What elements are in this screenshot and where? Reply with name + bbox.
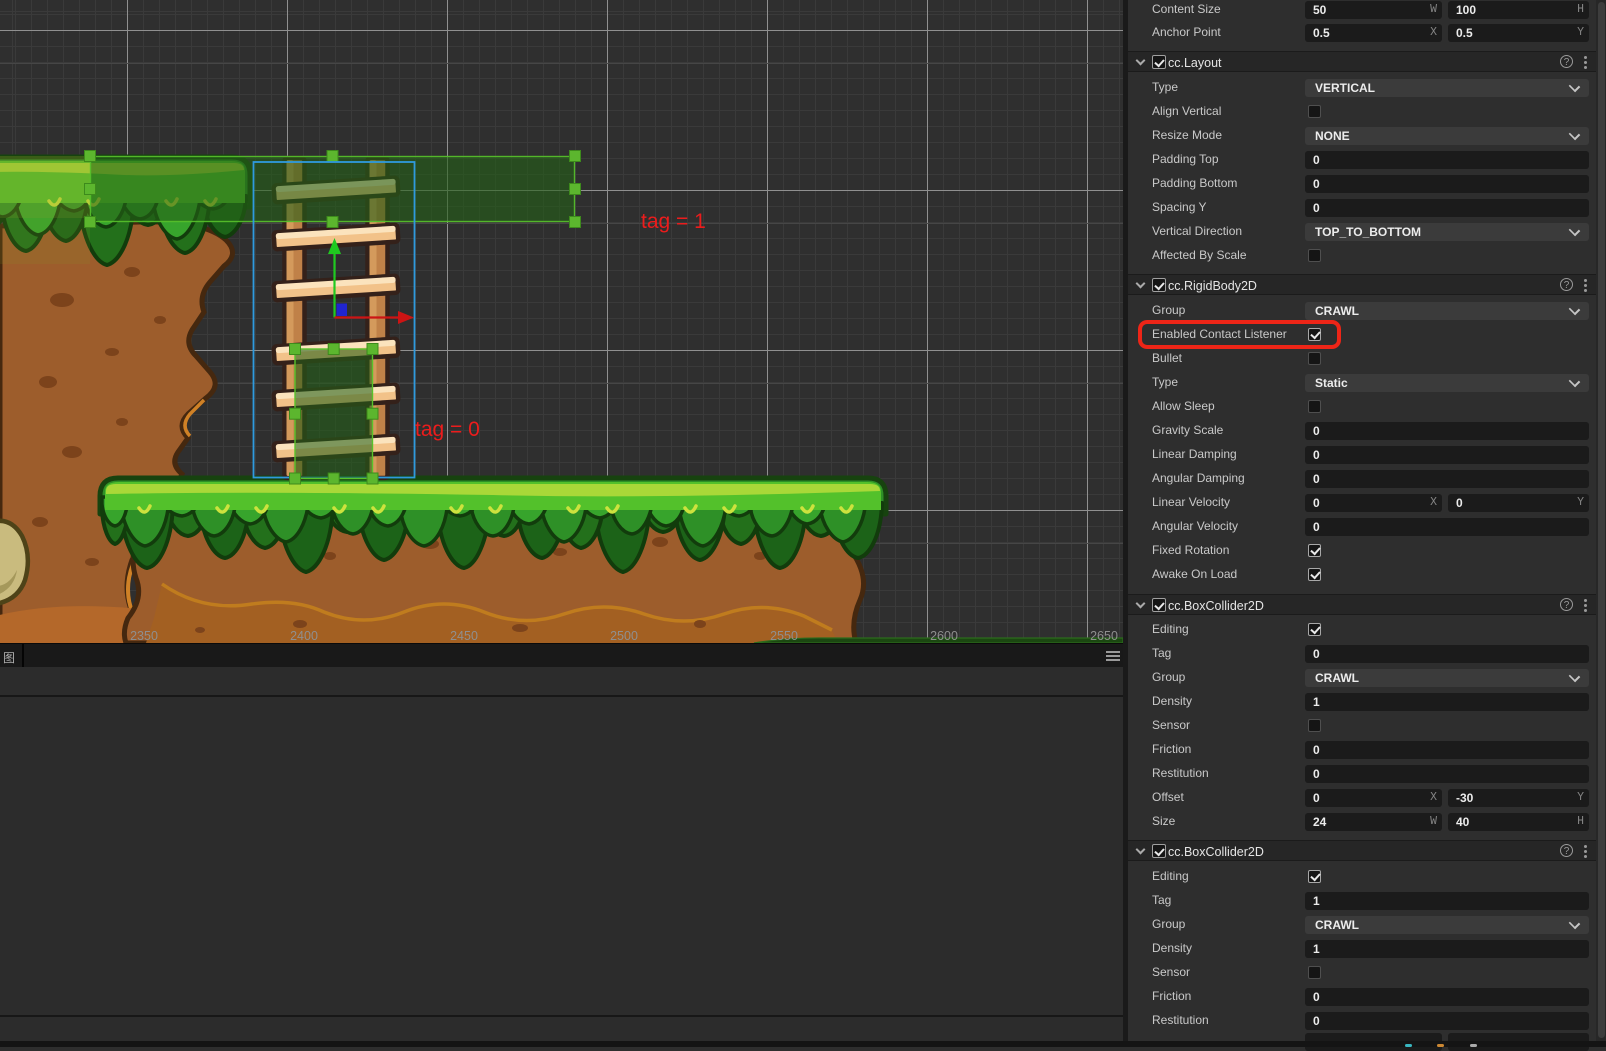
svg-text:2450: 2450: [450, 629, 478, 643]
svg-text:2350: 2350: [130, 629, 158, 643]
svg-text:2600: 2600: [930, 629, 958, 643]
svg-text:2400: 2400: [290, 629, 318, 643]
svg-text:2650: 2650: [1090, 629, 1118, 643]
svg-text:tag = 1: tag = 1: [641, 210, 706, 233]
svg-text:2500: 2500: [610, 629, 638, 643]
svg-text:2550: 2550: [770, 629, 798, 643]
svg-text:tag = 0: tag = 0: [415, 418, 480, 441]
